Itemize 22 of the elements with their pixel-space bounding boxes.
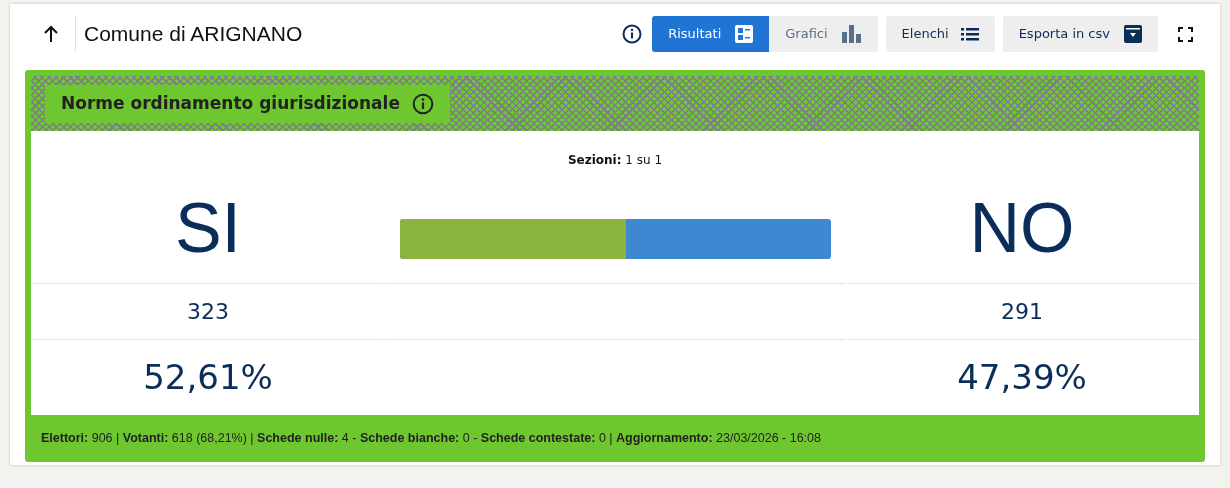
vote-percentage: 52,61% [143,356,273,399]
up-arrow-icon[interactable] [43,25,59,43]
list-detail-icon [735,25,754,43]
option-label: NO [969,193,1075,263]
info-icon[interactable] [411,93,434,115]
sections-count: Sezioni: 1 su 1 [567,152,663,169]
list-icon [960,27,979,41]
export-csv-button[interactable]: Esporta in csv [1002,16,1158,52]
vote-count: 323 [187,298,229,326]
vote-percentage: 47,39% [957,356,1087,399]
fullscreen-icon[interactable] [1178,26,1193,42]
option-label: SI [174,193,242,263]
view-tab[interactable]: Grafici [769,16,878,52]
elenchi-button[interactable]: Elenchi [885,16,995,52]
info-icon[interactable] [622,24,643,44]
vote-count: 291 [1001,298,1043,326]
page-title: Comune di ARIGNANO [84,21,303,48]
archive-download-icon [1124,25,1142,43]
view-tab[interactable]: Risultati [652,16,770,52]
summary-text: Elettori: 906 | Votanti: 618 (68,21%) | Schede nulle: 4 - Schede bianche: 0 - Schede contestate: 0 | Aggiornamento: 23/03/2026 - 16:08 [41,430,821,448]
referendum-title: Norme ordinamento giurisdizionale [61,92,400,116]
bar-chart-icon [841,25,862,43]
